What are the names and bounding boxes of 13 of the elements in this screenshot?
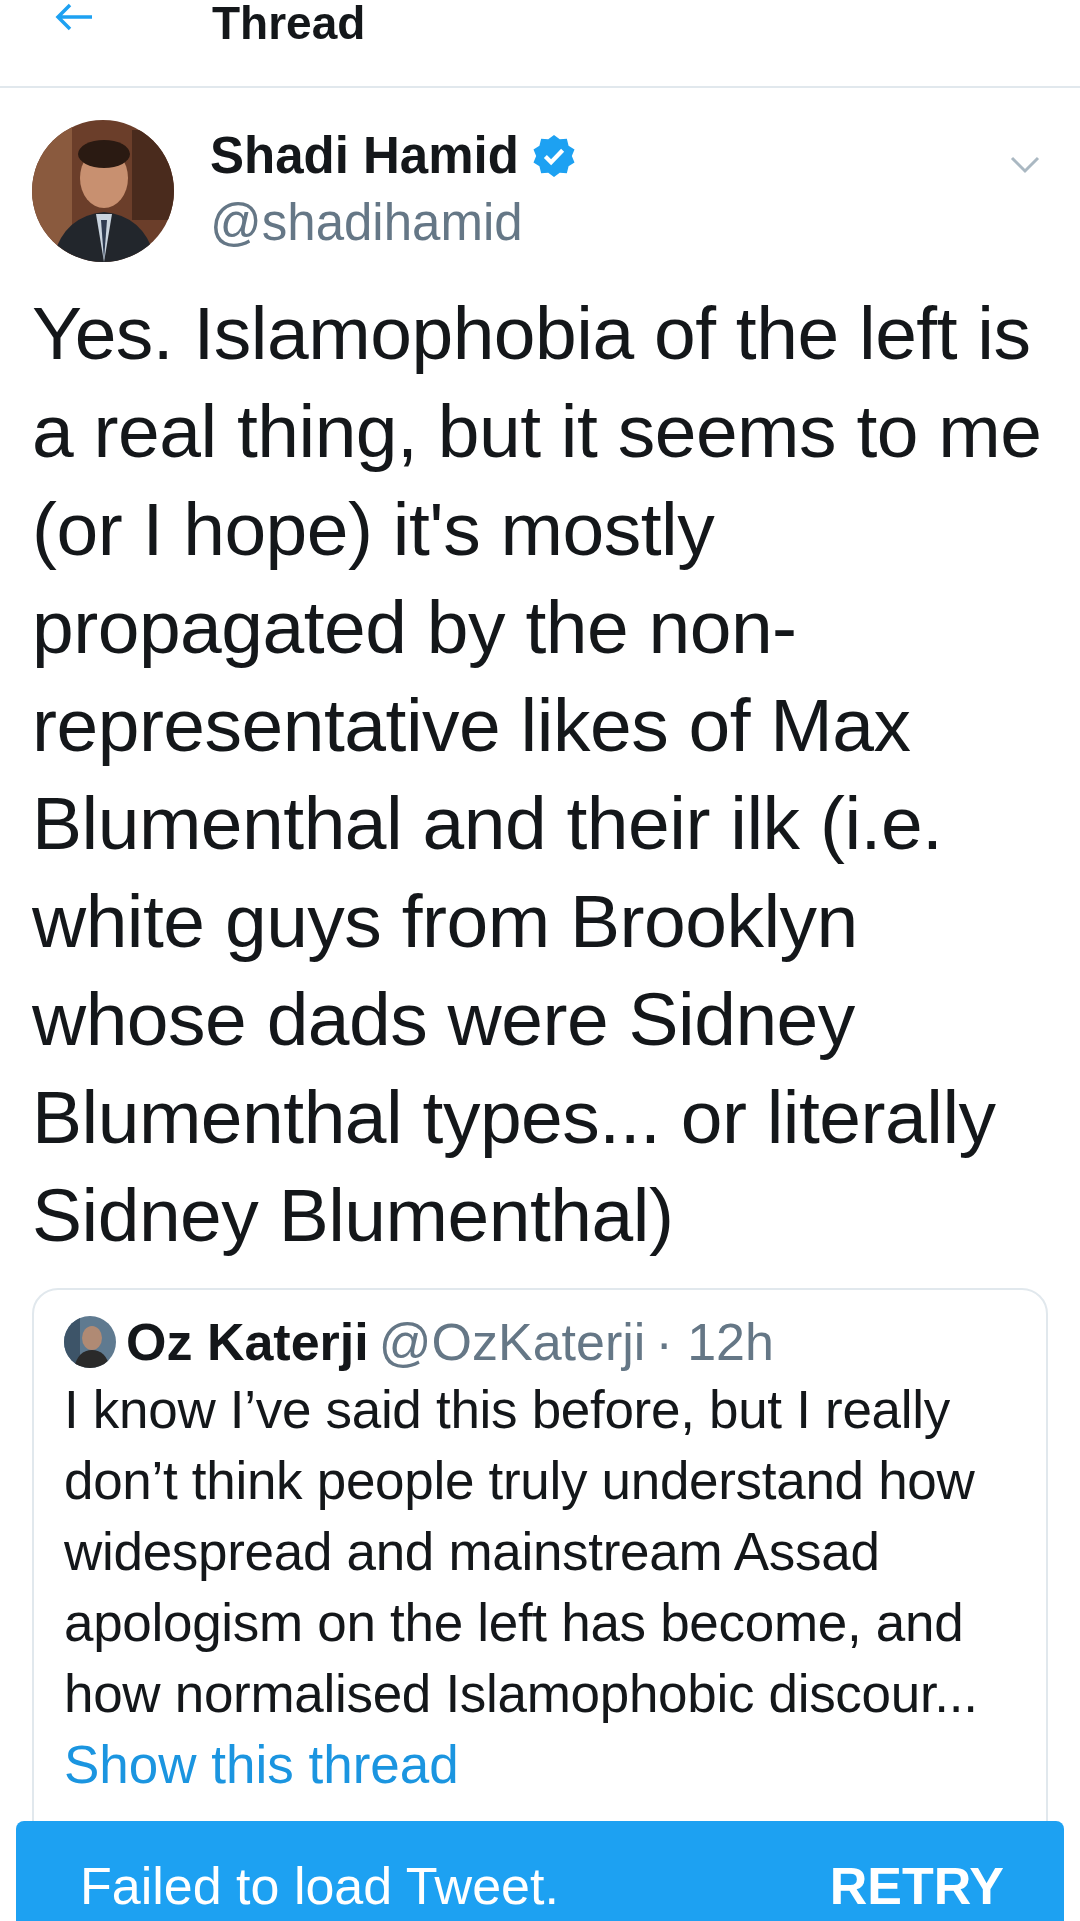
back-arrow-icon[interactable] xyxy=(54,2,94,32)
author-name: Shadi Hamid xyxy=(210,126,519,185)
header-title: Thread xyxy=(212,0,366,46)
author-handle: @shadihamid xyxy=(210,193,524,252)
quoted-author-handle: @OzKaterji xyxy=(378,1312,646,1372)
tweet-text: Yes. Islamophobia of the left is a real thing, but it seems to me (or I hope) it's mostly propagated by the non-representative likes of Max Blumenthal and their ilk (i.e. white guys from Brooklyn whose dads were Sidney Blumenthal types... or literally Sidney Blumenthal) xyxy=(32,290,1043,1259)
retry-button[interactable]: RETRY xyxy=(829,1856,1004,1916)
quoted-author-name: Oz Katerji xyxy=(126,1312,369,1372)
show-thread-link[interactable]: Show this thread xyxy=(64,1735,459,1794)
snackbar-message: Failed to load Tweet. xyxy=(80,1856,559,1916)
chevron-down-icon[interactable] xyxy=(1010,156,1040,174)
quoted-tweet-text: I know I’ve said this before, but I really don’t think people truly understand how widespread and mainstream Assad apologism on the left has become, and how normalised Islamophobic discour... xyxy=(64,1379,979,1725)
quoted-tweet-time: · 12h xyxy=(655,1312,774,1372)
